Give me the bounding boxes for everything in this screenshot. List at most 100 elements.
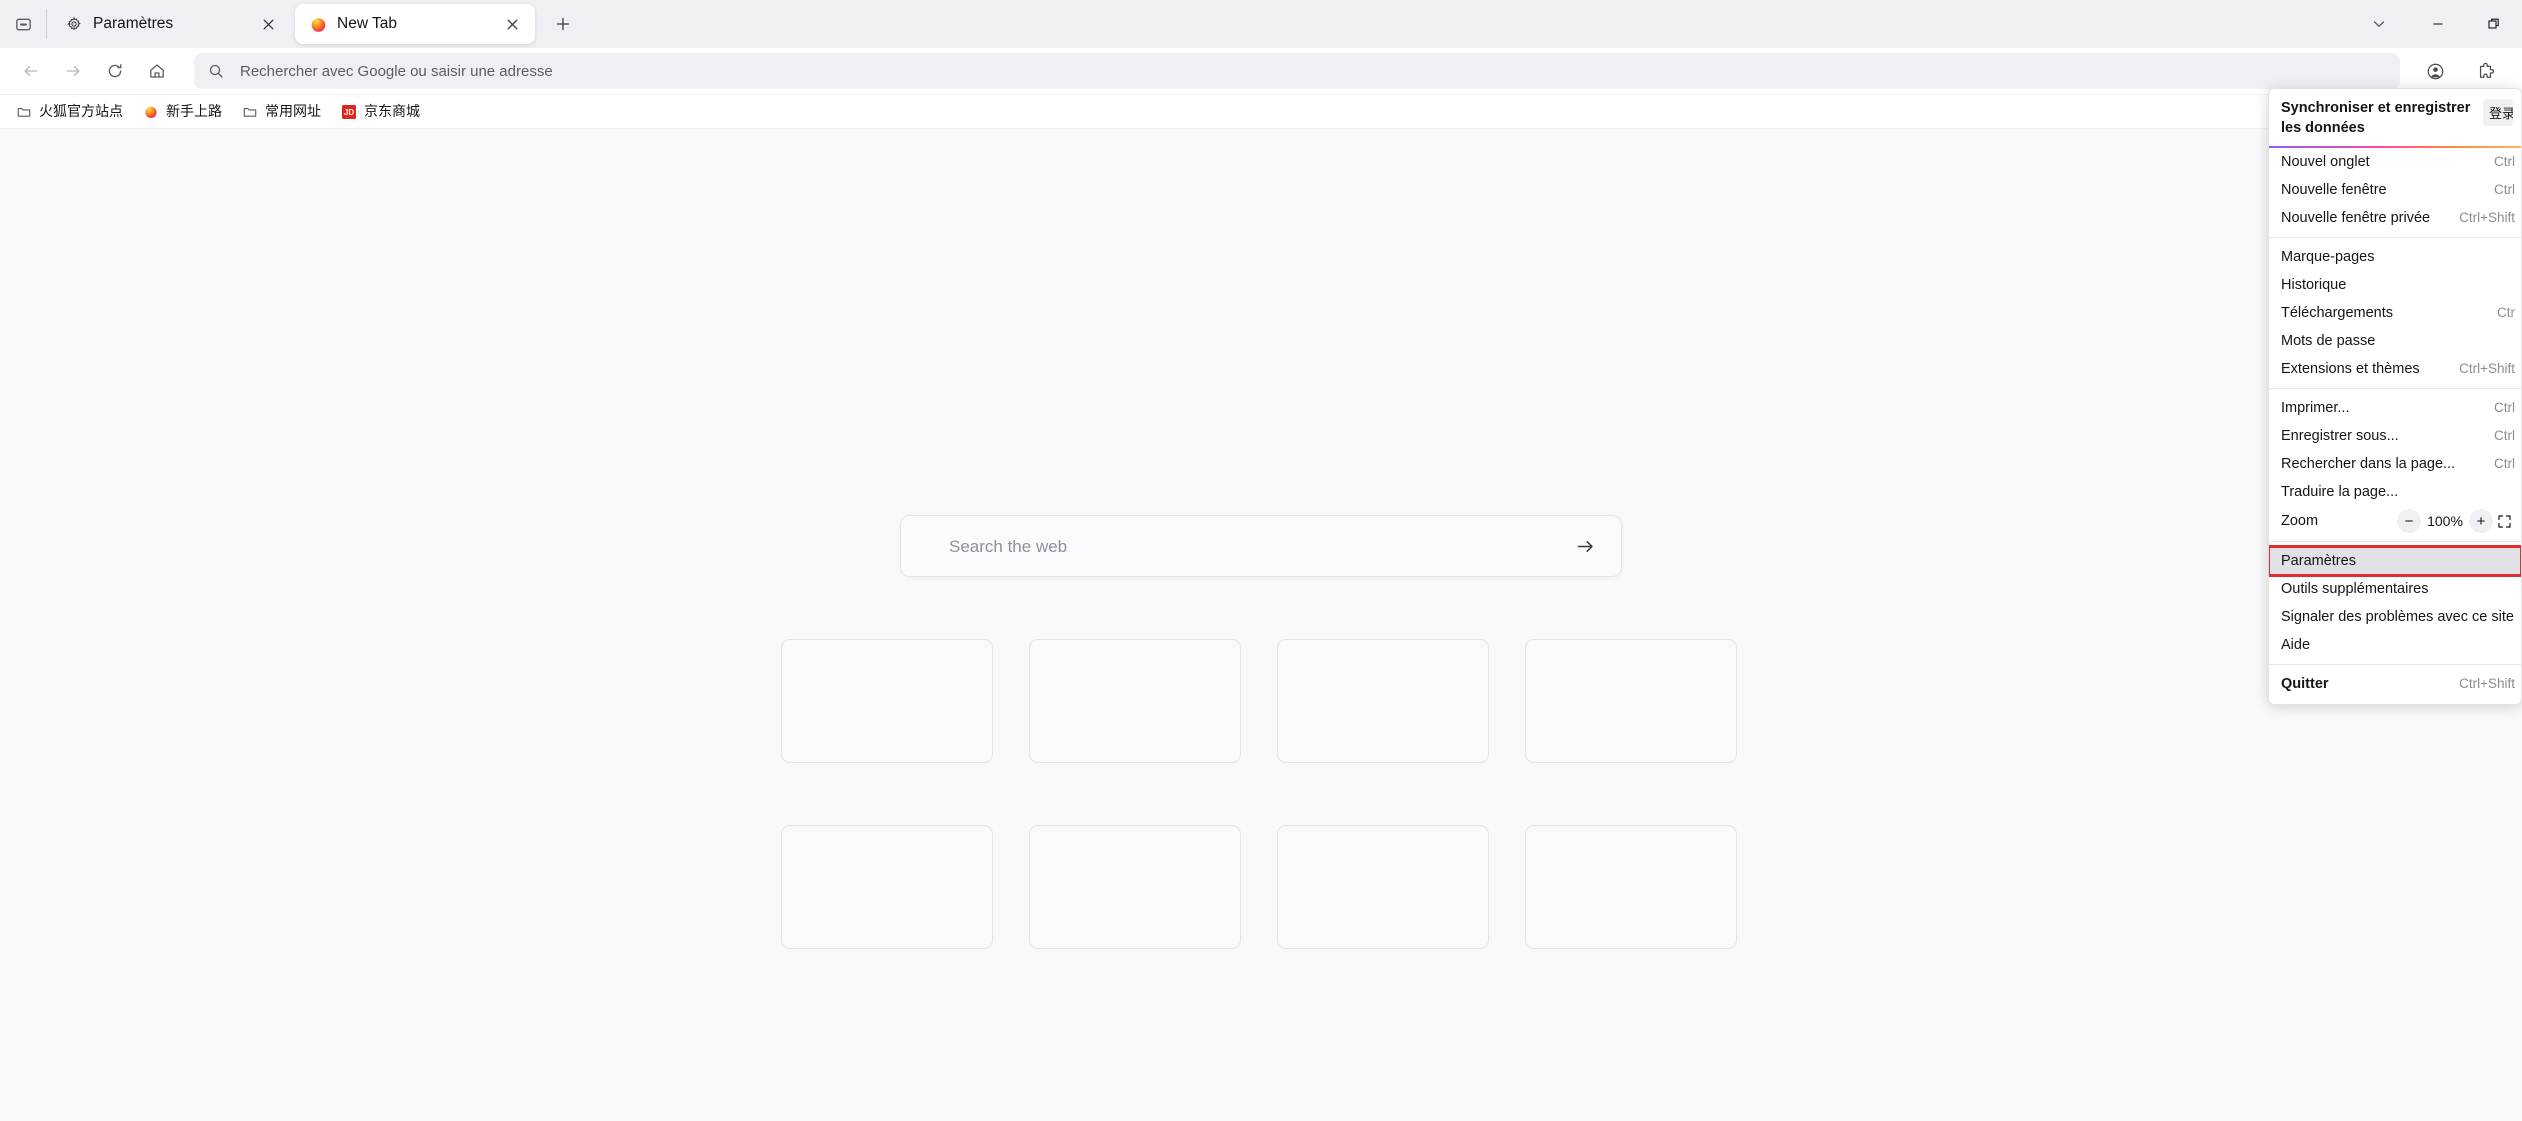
address-bar[interactable]: Rechercher avec Google ou saisir une adr… — [194, 53, 2400, 89]
menu-divider — [2269, 664, 2521, 666]
menu-item-shortcut: Ctrl+Shift — [2459, 211, 2515, 225]
menu-item-marque-pages[interactable]: Marque-pages — [2269, 243, 2521, 271]
menu-item-imprimer[interactable]: Imprimer... Ctrl — [2269, 394, 2521, 422]
minimize-icon[interactable] — [2410, 0, 2466, 48]
home-icon[interactable] — [138, 52, 176, 90]
search-input[interactable]: Search the web — [900, 515, 1622, 577]
list-all-tabs-icon[interactable] — [0, 0, 46, 48]
menu-item-label: Nouvelle fenêtre privée — [2281, 209, 2431, 226]
menu-item-label: Nouvelle fenêtre — [2281, 181, 2387, 198]
menu-item-shortcut: Ctrl — [2494, 183, 2515, 197]
menu-item-outils-supplementaires[interactable]: Outils supplémentaires — [2269, 575, 2521, 603]
new-tab-page: Search the web — [0, 129, 2522, 1121]
address-bar-placeholder: Rechercher avec Google ou saisir une adr… — [240, 63, 553, 79]
top-site-tile[interactable] — [1029, 639, 1241, 763]
menu-item-shortcut: Ctrl — [2494, 457, 2515, 471]
arrow-right-icon[interactable] — [1569, 530, 1601, 562]
menu-item-label: Mots de passe — [2281, 332, 2376, 349]
close-icon[interactable] — [255, 11, 281, 37]
top-sites-grid — [781, 639, 1741, 949]
chevron-down-icon[interactable] — [2348, 0, 2410, 48]
menu-item-shortcut: Ctr — [2497, 306, 2515, 320]
zoom-in-button[interactable]: + — [2469, 509, 2493, 534]
reload-icon[interactable] — [96, 52, 134, 90]
menu-item-label: Nouvel onglet — [2281, 153, 2370, 170]
menu-item-label: Marque-pages — [2281, 248, 2375, 265]
menu-item-rechercher-dans-la-page[interactable]: Rechercher dans la page... Ctrl — [2269, 450, 2521, 478]
search-icon — [208, 63, 224, 79]
extension-puzzle-icon[interactable] — [2466, 52, 2504, 90]
bookmark-item[interactable]: 新手上路 — [135, 99, 230, 125]
menu-item-label: Traduire la page... — [2281, 483, 2399, 500]
menu-item-traduire-la-page[interactable]: Traduire la page... — [2269, 478, 2521, 506]
tabstrip-divider — [46, 9, 47, 39]
tab-strip: Paramètres New Tab — [0, 0, 2522, 48]
menu-item-label: Extensions et thèmes — [2281, 360, 2420, 377]
sync-header-title: Synchroniser et enregistrer les données — [2281, 100, 2471, 136]
top-site-tile[interactable] — [1277, 825, 1489, 949]
account-circle-icon[interactable] — [2416, 52, 2454, 90]
menu-item-label: Signaler des problèmes avec ce site — [2281, 608, 2514, 625]
jd-icon: JD — [341, 104, 357, 120]
bookmarks-bar: 火狐官方站点 新手上路 常用网址 JD 京东商城 — [0, 95, 2522, 129]
menu-divider — [2269, 237, 2521, 239]
menu-item-shortcut: Ctrl — [2494, 155, 2515, 169]
top-site-tile[interactable] — [1029, 825, 1241, 949]
close-icon[interactable] — [499, 11, 525, 37]
menu-item-historique[interactable]: Historique — [2269, 271, 2521, 299]
menu-item-label: Aide — [2281, 636, 2311, 653]
bookmark-label: 新手上路 — [166, 103, 222, 120]
menu-divider — [2269, 541, 2521, 543]
menu-item-aide[interactable]: Aide — [2269, 631, 2521, 659]
menu-item-shortcut: Ctrl+Shift — [2459, 362, 2515, 376]
arrow-right-icon[interactable] — [54, 52, 92, 90]
fullscreen-icon[interactable] — [2493, 510, 2515, 532]
menu-item-signaler-des-problemes[interactable]: Signaler des problèmes avec ce site — [2269, 603, 2521, 631]
menu-item-enregistrer-sous[interactable]: Enregistrer sous... Ctrl — [2269, 422, 2521, 450]
zoom-level-value[interactable]: 100% — [2421, 514, 2469, 528]
top-site-tile[interactable] — [781, 639, 993, 763]
menu-item-extensions-et-themes[interactable]: Extensions et thèmes Ctrl+Shift — [2269, 355, 2521, 383]
new-tab-button[interactable] — [543, 4, 583, 44]
sign-in-button[interactable]: 登录 — [2483, 99, 2513, 126]
svg-text:JD: JD — [344, 108, 354, 117]
restore-icon[interactable] — [2466, 0, 2522, 48]
gear-icon — [65, 15, 83, 33]
bookmark-item[interactable]: 火狐官方站点 — [8, 99, 131, 125]
bookmark-label: 京东商城 — [364, 103, 420, 120]
menu-item-quitter[interactable]: Quitter Ctrl+Shift — [2269, 670, 2521, 698]
sync-header: Synchroniser et enregistrer les données … — [2269, 89, 2521, 146]
top-site-tile[interactable] — [1525, 825, 1737, 949]
search-placeholder: Search the web — [949, 536, 1068, 556]
search-section: Search the web — [900, 515, 1622, 577]
top-site-tile[interactable] — [1277, 639, 1489, 763]
bookmark-item[interactable]: JD 京东商城 — [333, 99, 428, 125]
zoom-out-button[interactable]: − — [2397, 509, 2421, 534]
toolbar-right-actions — [2410, 52, 2510, 90]
menu-item-label: Quitter — [2281, 675, 2329, 692]
menu-item-nouvelle-fenetre[interactable]: Nouvelle fenêtre Ctrl — [2269, 176, 2521, 204]
tabs-container: Paramètres New Tab — [49, 0, 583, 48]
tab-new-tab[interactable]: New Tab — [295, 4, 535, 44]
menu-item-telechargements[interactable]: Téléchargements Ctr — [2269, 299, 2521, 327]
bookmark-label: 火狐官方站点 — [39, 103, 123, 120]
firefox-icon — [309, 15, 327, 33]
arrow-left-icon[interactable] — [12, 52, 50, 90]
menu-item-mots-de-passe[interactable]: Mots de passe — [2269, 327, 2521, 355]
application-menu-panel: Synchroniser et enregistrer les données … — [2268, 88, 2522, 706]
menu-item-nouvelle-fenetre-privee[interactable]: Nouvelle fenêtre privée Ctrl+Shift — [2269, 204, 2521, 232]
menu-divider — [2269, 388, 2521, 390]
menu-item-label: Paramètres — [2281, 552, 2356, 569]
top-site-tile[interactable] — [1525, 639, 1737, 763]
top-site-tile[interactable] — [781, 825, 993, 949]
zoom-label: Zoom — [2281, 512, 2319, 529]
window-controls — [2348, 0, 2522, 48]
menu-item-parametres[interactable]: Paramètres — [2269, 545, 2521, 578]
bookmark-item[interactable]: 常用网址 — [234, 99, 329, 125]
menu-item-shortcut: Ctrl — [2494, 401, 2515, 415]
menu-item-nouvel-onglet[interactable]: Nouvel onglet Ctrl — [2269, 148, 2521, 176]
menu-item-label: Téléchargements — [2281, 304, 2394, 321]
tab-parametres[interactable]: Paramètres — [51, 4, 291, 44]
menu-item-label: Imprimer... — [2281, 399, 2350, 416]
tab-title: Paramètres — [93, 16, 174, 32]
